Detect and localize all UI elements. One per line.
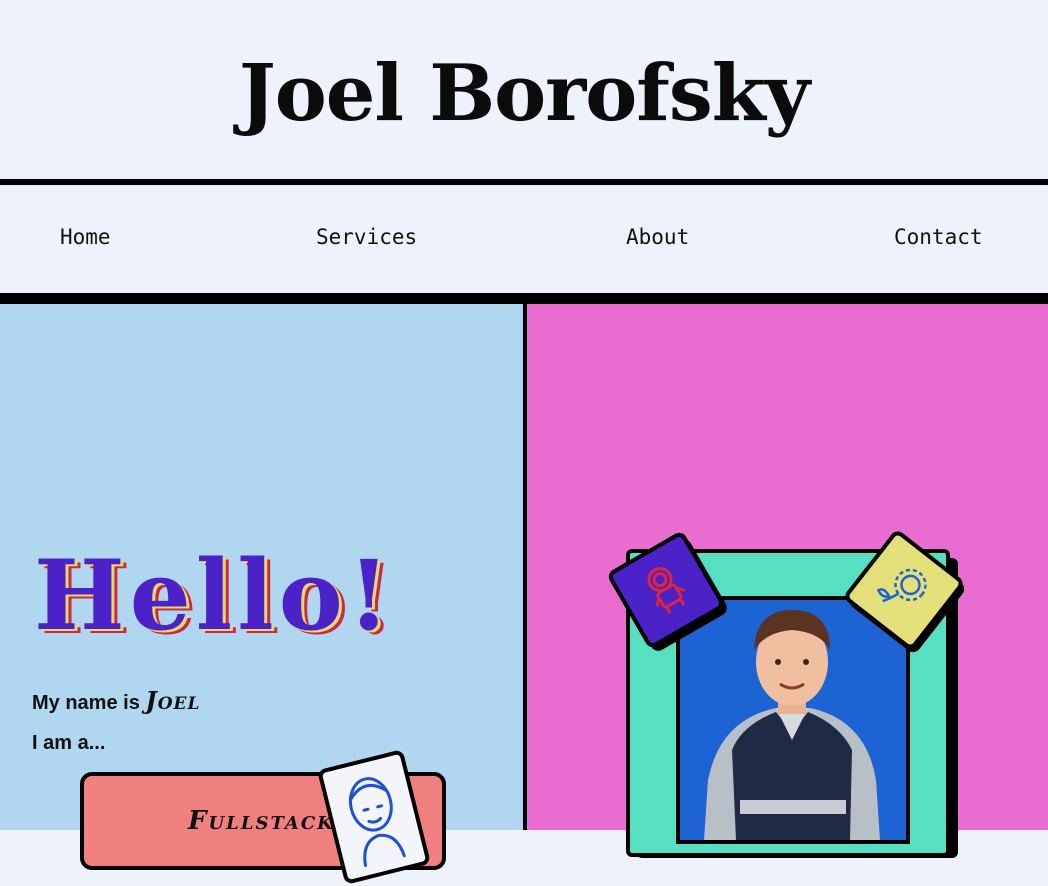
profile-photo	[676, 596, 910, 844]
astronaut-icon	[627, 550, 706, 631]
sunflower-icon	[863, 549, 945, 632]
nav-about[interactable]: About	[626, 225, 689, 249]
role-label: Fullstack	[188, 806, 335, 836]
main-nav: Home Services About Contact	[0, 185, 1048, 293]
nav-contact[interactable]: Contact	[894, 225, 983, 249]
nav-divider	[0, 293, 1048, 304]
nav-services[interactable]: Services	[316, 225, 417, 249]
nav-home[interactable]: Home	[60, 225, 111, 249]
intro-line: My name is Joel	[32, 686, 200, 715]
intro-prefix: My name is	[32, 692, 146, 714]
site-header: Joel Borofsky	[0, 0, 1048, 180]
owner-name: Joel	[145, 686, 201, 715]
site-title: Joel Borofsky	[238, 47, 810, 139]
hello-heading: Hello!	[34, 539, 395, 652]
role-prompt: I am a...	[32, 732, 106, 754]
